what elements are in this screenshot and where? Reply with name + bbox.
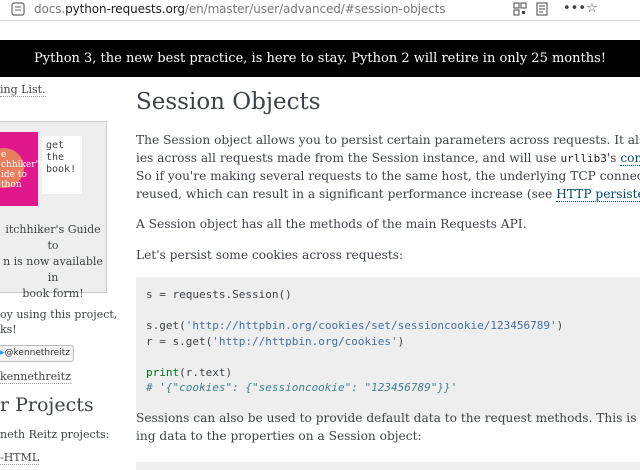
follow-twitter-button[interactable]: ▸@kennethreitz bbox=[0, 345, 74, 362]
code-token: (r.text) bbox=[179, 365, 233, 379]
code-line: s.get('http://httpbin.org/cookies/set/se… bbox=[146, 318, 630, 334]
projects-intro: neth Reitz projects: bbox=[0, 428, 110, 441]
inline-code: urllib3 bbox=[560, 152, 607, 165]
url-text[interactable]: docs.python-requests.org/en/master/user/… bbox=[34, 2, 445, 16]
page-title: Session Objects bbox=[136, 89, 321, 115]
book-promo[interactable]: e chhiker's ide to thon get the book! it… bbox=[0, 121, 107, 300]
connection-pooling-link[interactable]: connection p bbox=[620, 151, 640, 166]
code-token: r = s.get( bbox=[146, 334, 213, 348]
other-projects-heading: r Projects bbox=[0, 394, 94, 416]
main-content: Session Objects The Session object allow… bbox=[136, 77, 640, 470]
url-domain: python-requests.org bbox=[65, 2, 185, 16]
text-span: reused, which can result in a significan… bbox=[136, 187, 557, 201]
browser-url-bar[interactable]: docs.python-requests.org/en/master/user/… bbox=[0, 0, 640, 21]
code-string: 'http://httpbin.org/cookies/set/sessionc… bbox=[185, 319, 557, 332]
code-string: 'http://httpbin.org/cookies' bbox=[212, 334, 398, 348]
code-token: ) bbox=[556, 319, 564, 332]
page-info-icon[interactable] bbox=[11, 2, 25, 16]
python3-banner: Python 3, the new best practice, is here… bbox=[0, 40, 640, 77]
paragraph-line: reused, which can result in a significan… bbox=[136, 185, 640, 203]
text-span: ies across all requests made from the Se… bbox=[136, 151, 561, 165]
paragraph-line: So if you're making several requests to … bbox=[136, 169, 640, 183]
qr-icon[interactable] bbox=[512, 1, 528, 17]
mailing-list-link[interactable]: ing List. bbox=[0, 83, 46, 97]
book-caption: itchhiker's Guide to n is now available … bbox=[0, 222, 106, 302]
get-the-book-text[interactable]: get the book! bbox=[42, 136, 82, 194]
book-cover-image[interactable]: e chhiker's ide to thon bbox=[0, 132, 43, 206]
caption-line: n is now available in bbox=[3, 255, 103, 284]
paragraph-line: The Session object allows you to persist… bbox=[136, 133, 640, 147]
code-line: s = requests.Session() bbox=[146, 288, 292, 301]
handle-text: kennethreitz bbox=[0, 369, 71, 384]
caption-line: book form! bbox=[22, 287, 84, 300]
cover-text: thon bbox=[1, 180, 22, 190]
code-token: s.get( bbox=[146, 319, 186, 332]
code-block[interactable] bbox=[136, 462, 640, 470]
code-block[interactable]: s = requests.Session() s.get('http://htt… bbox=[136, 277, 640, 419]
code-line: r = s.get('http://httpbin.org/cookies') bbox=[146, 334, 630, 350]
cover-text: e bbox=[1, 150, 7, 160]
paragraph: Let's persist some cookies across reques… bbox=[136, 248, 404, 262]
follow-badge-label: @kennethreitz bbox=[4, 348, 70, 358]
code-keyword: print bbox=[146, 365, 180, 379]
url-prefix: docs. bbox=[34, 2, 66, 16]
enjoy-line: oy using this project, bbox=[0, 308, 118, 321]
code-comment: # '{"cookies": {"sessioncookie": "123456… bbox=[146, 381, 458, 394]
url-path: /en/master/user/advanced/#session-object… bbox=[184, 2, 446, 16]
sidebar: ing List. e chhiker's ide to thon get th… bbox=[0, 77, 118, 470]
cover-text: chhiker's bbox=[1, 160, 43, 170]
paragraph-line: ing data to the properties on a Session … bbox=[136, 429, 422, 443]
paragraph-line: ies across all requests made from the Se… bbox=[136, 149, 640, 168]
http-persistent-connection-link[interactable]: HTTP persistent conne bbox=[556, 187, 640, 202]
projects-link-line: -HTML bbox=[0, 450, 40, 465]
paragraph-line: Sessions can also be used to provide def… bbox=[136, 411, 640, 425]
code-line: print(r.text) bbox=[146, 365, 630, 381]
project-link[interactable]: -HTML bbox=[0, 451, 40, 465]
text-span: 's bbox=[606, 151, 621, 165]
paragraph: A Session object has all the methods of … bbox=[136, 217, 527, 231]
caption-line: itchhiker's Guide to bbox=[5, 223, 101, 252]
code-token: ) bbox=[397, 334, 405, 348]
star-icon[interactable]: ☆ bbox=[584, 1, 600, 17]
mailing-list-text: ing List. bbox=[0, 82, 46, 97]
kennethreitz-link[interactable]: kennethreitz bbox=[0, 370, 71, 384]
reader-icon[interactable] bbox=[534, 1, 550, 17]
cover-text: ide to bbox=[1, 170, 27, 180]
ellipsis-icon[interactable]: ••• bbox=[563, 1, 586, 17]
enjoy-line: ks! bbox=[0, 323, 17, 336]
